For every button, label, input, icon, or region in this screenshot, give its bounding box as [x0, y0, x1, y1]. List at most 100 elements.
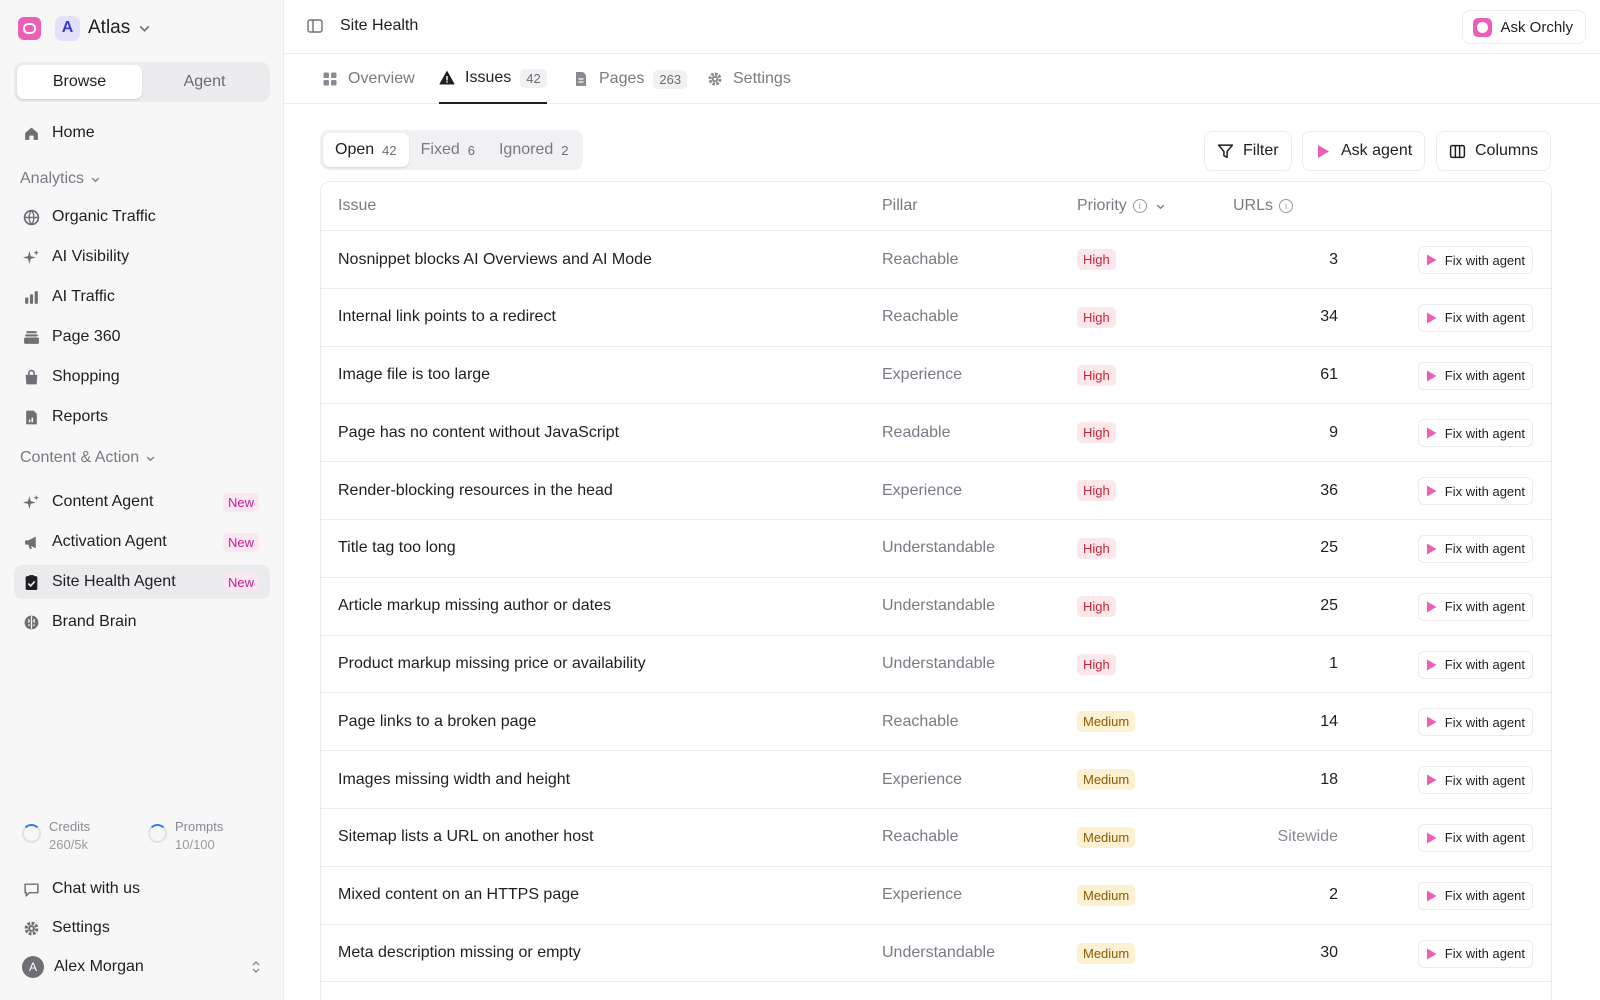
- fix-with-agent-button[interactable]: Fix with agent: [1417, 650, 1533, 679]
- content-action-section-header[interactable]: Content & Action: [20, 449, 156, 467]
- fix-with-agent-button[interactable]: Fix with agent: [1417, 881, 1533, 910]
- progress-ring: [148, 824, 167, 843]
- browse-tab[interactable]: Browse: [17, 65, 142, 99]
- tab-overview[interactable]: Overview: [322, 54, 415, 104]
- tab-issues[interactable]: Issues 42: [439, 54, 547, 104]
- table-row[interactable]: Title tag too long Understandable High 25 Fi…: [321, 520, 1551, 578]
- info-icon[interactable]: i: [1279, 199, 1294, 213]
- fix-with-agent-button[interactable]: Fix with agent: [1417, 939, 1533, 968]
- analytics-section-header[interactable]: Analytics: [20, 170, 101, 188]
- table-row[interactable]: Article markup missing author or dates Un…: [321, 578, 1551, 636]
- play-icon: [1426, 948, 1437, 960]
- fix-with-agent-button[interactable]: Fix with agent: [1417, 823, 1533, 852]
- sidebar-item-content-agent[interactable]: Content Agent New: [14, 485, 270, 519]
- info-icon[interactable]: i: [1132, 199, 1147, 213]
- issue-cell: Title tag too long: [338, 520, 456, 577]
- play-icon: [1426, 312, 1437, 324]
- chat-icon: [22, 880, 40, 898]
- issue-cell: Sitemap lists a URL on another host: [338, 809, 594, 866]
- table-row[interactable]: Image file is too large Experience High 61 F…: [321, 347, 1551, 405]
- bar-chart-icon: [22, 288, 40, 306]
- clipboard-check-icon: [22, 573, 40, 591]
- columns-button[interactable]: Columns: [1436, 131, 1552, 171]
- sidebar-item-home[interactable]: Home: [14, 116, 270, 150]
- fix-with-agent-button[interactable]: Fix with agent: [1417, 419, 1533, 448]
- table-row[interactable]: Nosnippet blocks AI Overviews and AI Mod…: [321, 231, 1551, 289]
- priority-badge: High: [1077, 249, 1116, 270]
- sidebar-item-site-health-agent[interactable]: Site Health Agent New: [14, 565, 270, 599]
- fix-with-agent-button[interactable]: Fix with agent: [1417, 708, 1533, 737]
- table-row[interactable]: Meta description missing or empty Underst…: [321, 925, 1551, 983]
- issue-title: Product markup missing price or availabi…: [338, 655, 646, 673]
- sidebar-item-organic-traffic[interactable]: Organic Traffic: [14, 200, 270, 234]
- sidebar-toggle-icon[interactable]: [306, 17, 324, 35]
- chevron-down-icon[interactable]: [1155, 201, 1166, 212]
- sidebar-item-brand-brain[interactable]: Brand Brain: [14, 605, 270, 639]
- tab-settings[interactable]: Settings: [707, 54, 791, 104]
- status-open-tab[interactable]: Open 42: [323, 133, 409, 167]
- status-fixed-tab[interactable]: Fixed 6: [409, 133, 487, 167]
- urls-value: 14: [1320, 712, 1338, 730]
- workspace-switcher[interactable]: A Atlas: [18, 14, 151, 42]
- tab-pages[interactable]: Pages 263: [573, 54, 688, 104]
- issue-title: Images missing width and height: [338, 770, 571, 788]
- pillar-cell: Experience: [882, 867, 962, 924]
- sidebar-item-label: Reports: [52, 408, 109, 425]
- issue-title: Title tag too long: [338, 539, 456, 557]
- table-row[interactable]: Product markup missing price or availabi…: [321, 636, 1551, 694]
- sidebar-item-reports[interactable]: Reports: [14, 400, 270, 434]
- urls-value: 9: [1329, 423, 1338, 441]
- pillar-value: Reachable: [882, 308, 959, 326]
- status-count: 2: [561, 142, 569, 158]
- sidebar-item-shopping[interactable]: Shopping: [14, 360, 270, 394]
- user-menu[interactable]: A Alex Morgan: [22, 956, 262, 978]
- table-row[interactable]: Internal link points to a redirect Reacha…: [321, 289, 1551, 347]
- urls-value: 36: [1320, 481, 1338, 499]
- ask-agent-button[interactable]: Ask agent: [1302, 131, 1426, 171]
- user-name: Alex Morgan: [54, 958, 144, 975]
- new-badge: New: [222, 492, 259, 512]
- status-ignored-tab[interactable]: Ignored 2: [487, 133, 581, 167]
- sidebar-item-activation-agent[interactable]: Activation Agent New: [14, 525, 270, 559]
- play-icon: [1426, 485, 1437, 497]
- sidebar-item-label: Site Health Agent: [52, 573, 176, 590]
- sidebar-item-page-360[interactable]: Page 360: [14, 320, 270, 354]
- urls-cell: 18: [1320, 751, 1338, 808]
- column-header-pillar: Pillar: [882, 197, 918, 215]
- orchly-icon: [1473, 17, 1493, 37]
- button-label: Fix with agent: [1444, 252, 1525, 268]
- pillar-cell: Understandable: [882, 636, 995, 693]
- megaphone-icon: [22, 533, 40, 551]
- issue-title: Render-blocking resources in the head: [338, 481, 613, 499]
- fix-with-agent-button[interactable]: Fix with agent: [1417, 766, 1533, 795]
- fix-with-agent-button[interactable]: Fix with agent: [1417, 534, 1533, 563]
- new-badge: New: [222, 532, 259, 552]
- sidebar-item-settings[interactable]: Settings: [14, 911, 270, 945]
- app-logo-icon: [18, 16, 41, 40]
- fix-with-agent-button[interactable]: Fix with agent: [1417, 361, 1533, 390]
- agent-tab[interactable]: Agent: [142, 65, 267, 99]
- play-icon: [1426, 370, 1437, 382]
- filter-button[interactable]: Filter: [1204, 131, 1292, 171]
- table-row[interactable]: Images missing width and height Experienc…: [321, 751, 1551, 809]
- table-row[interactable]: Page links to a broken page Reachable Medi…: [321, 693, 1551, 752]
- fix-with-agent-button[interactable]: Fix with agent: [1417, 246, 1533, 274]
- table-row[interactable]: Sitemap lists a URL on another host Reach…: [321, 809, 1551, 867]
- sidebar-item-ai-visibility[interactable]: AI Visibility: [14, 240, 270, 274]
- fix-with-agent-button[interactable]: Fix with agent: [1417, 592, 1533, 621]
- pillar-value: Experience: [882, 886, 963, 904]
- pillar-cell: Reachable: [882, 289, 959, 346]
- filter-icon: [1217, 143, 1234, 160]
- button-label: Fix with agent: [1444, 946, 1525, 962]
- column-header-priority[interactable]: Priority i: [1077, 197, 1166, 215]
- table-row[interactable]: Page has no content without JavaScript Re…: [321, 404, 1551, 463]
- urls-value: 61: [1320, 366, 1338, 384]
- fix-with-agent-button[interactable]: Fix with agent: [1417, 303, 1533, 332]
- fix-with-agent-button[interactable]: Fix with agent: [1417, 477, 1533, 506]
- sidebar-item-chat[interactable]: Chat with us: [14, 872, 270, 906]
- table-row[interactable]: Render-blocking resources in the head Exp…: [321, 462, 1551, 520]
- pillar-value: Understandable: [882, 944, 995, 962]
- table-row[interactable]: Mixed content on an HTTPS page Experience…: [321, 867, 1551, 925]
- ask-orchly-button[interactable]: Ask Orchly: [1462, 10, 1586, 44]
- sidebar-item-ai-traffic[interactable]: AI Traffic: [14, 280, 270, 314]
